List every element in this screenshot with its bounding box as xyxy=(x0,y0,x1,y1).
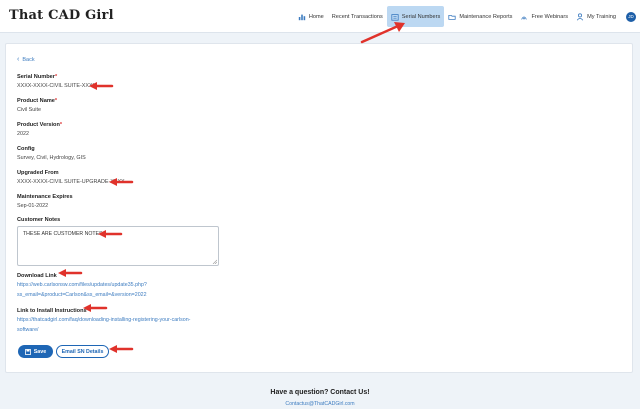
install-link-line-2: software/ xyxy=(17,327,39,333)
nav-my-training-label: My Training xyxy=(587,13,616,20)
back-label: Back xyxy=(22,56,35,63)
nav-free-webinars[interactable]: Free Webinars xyxy=(516,6,572,27)
install-instructions-link[interactable]: https://thatcadgirl.com/faq/downloading-… xyxy=(17,315,257,335)
folder-icon xyxy=(448,14,456,20)
annotation-arrow-icon xyxy=(360,22,405,44)
save-button[interactable]: Save xyxy=(18,345,53,358)
config-value: Survey, Civil, Hydrology, GIS xyxy=(17,155,86,161)
resize-handle-icon[interactable] xyxy=(212,259,217,264)
product-name-label-text: Product Name xyxy=(17,98,55,104)
serial-number-label-text: Serial Number xyxy=(17,74,55,80)
annotation-arrow-icon xyxy=(109,345,134,353)
nav-maintenance-reports[interactable]: Maintenance Reports xyxy=(444,6,516,27)
config-label: Config xyxy=(17,146,35,152)
required-marker: * xyxy=(54,74,58,80)
annotation-arrow-icon xyxy=(89,82,114,90)
save-disk-icon xyxy=(24,348,31,355)
main-nav: Home Recent Transactions Serial Numbers … xyxy=(294,6,636,27)
user-avatar[interactable]: JD xyxy=(626,11,636,22)
maintenance-expires-value: Sep-01-2022 xyxy=(17,203,49,209)
back-link[interactable]: ‹ Back xyxy=(17,56,35,63)
upgraded-from-label: Upgraded From xyxy=(17,170,59,176)
product-version-label-text: Product Version xyxy=(17,122,60,128)
chart-icon xyxy=(298,14,306,20)
install-link-line-1: https://thatcadgirl.com/faq/downloading-… xyxy=(17,317,191,323)
product-version-label: Product Version* xyxy=(17,122,62,128)
site-logo[interactable]: That CAD Girl xyxy=(9,8,114,23)
download-link-line-2: ss_email=&product=Carlson&ss_email=&vers… xyxy=(17,292,147,298)
serial-detail-card: ‹ Back Serial Number* XXXX-XXXX-CIVIL SU… xyxy=(5,43,633,373)
required-marker: * xyxy=(54,98,58,104)
customer-notes-label: Customer Notes xyxy=(17,217,61,223)
signal-icon xyxy=(521,16,528,20)
product-name-value: Civil Suite xyxy=(17,107,41,113)
annotation-arrow-icon xyxy=(58,269,83,277)
product-version-value: 2022 xyxy=(17,131,29,137)
footer-email-link[interactable]: Contactus@ThatCADGirl.com xyxy=(0,401,640,407)
product-name-label: Product Name* xyxy=(17,98,57,104)
footer-title: Have a question? Contact Us! xyxy=(270,389,370,396)
annotation-arrow-icon xyxy=(109,178,134,186)
nav-recent-transactions-label: Recent Transactions xyxy=(331,13,383,20)
save-button-label: Save xyxy=(33,348,47,355)
nav-maintenance-reports-label: Maintenance Reports xyxy=(459,13,513,20)
install-instructions-label: Link to Install Instructions xyxy=(17,308,87,314)
email-sn-details-button[interactable]: Email SN Details xyxy=(56,345,109,358)
annotation-arrow-icon xyxy=(83,304,108,312)
required-marker: * xyxy=(59,122,63,128)
nav-serial-numbers-label: Serial Numbers xyxy=(401,13,441,20)
person-icon xyxy=(576,12,584,20)
serial-number-value: XXXX-XXXX-CIVIL SUITE-XXXX xyxy=(17,83,97,89)
annotation-arrow-icon xyxy=(98,230,123,238)
maintenance-expires-label: Maintenance Expires xyxy=(17,194,73,200)
top-bar: That CAD Girl Home Recent Transactions S… xyxy=(0,0,640,33)
customer-notes-text: THESE ARE CUSTOMER NOTES xyxy=(23,231,103,237)
chevron-left-icon: ‹ xyxy=(17,56,20,63)
nav-free-webinars-label: Free Webinars xyxy=(531,13,569,20)
nav-home[interactable]: Home xyxy=(294,6,328,27)
serial-number-label: Serial Number* xyxy=(17,74,57,80)
download-link-label: Download Link xyxy=(17,273,57,279)
nav-my-training[interactable]: My Training xyxy=(572,6,620,27)
nav-home-label: Home xyxy=(308,13,324,20)
download-link[interactable]: https://web.carlsonsw.com/files/updates/… xyxy=(17,280,257,300)
download-link-line-1: https://web.carlsonsw.com/files/updates/… xyxy=(17,282,147,288)
